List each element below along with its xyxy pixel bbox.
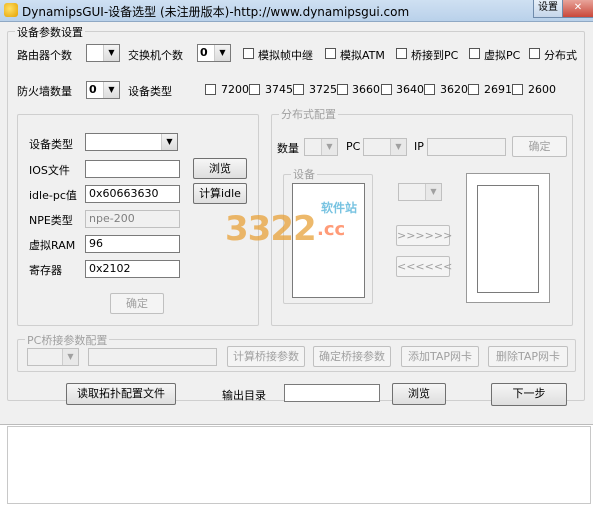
chevron-down-icon: ▼ [321,139,337,155]
firewall-count-label: 防火墙数量 [17,85,72,98]
distributed-checkbox[interactable] [529,48,540,59]
assigned-devices-listbox[interactable] [466,173,550,303]
distributed-label: 分布式 [544,49,577,62]
watermark-caption: 软件站 [321,201,358,215]
model-3660-checkbox[interactable] [337,84,348,95]
model-3745-checkbox[interactable] [249,84,260,95]
bridge-adapter-select[interactable]: ▼ [27,348,79,366]
model-7200-checkbox[interactable] [205,84,216,95]
npe-type-label: NPE类型 [29,214,73,227]
output-dir-input[interactable] [284,384,380,402]
switch-count-label: 交换机个数 [128,49,183,62]
panel-device-type-label: 设备类型 [29,138,73,151]
device-type-label: 设备类型 [128,85,172,98]
calc-idle-button[interactable]: 计算idle [193,183,247,204]
model-3725-label: 3725 [309,83,337,96]
log-output-area [7,426,591,504]
delete-tap-button[interactable]: 删除TAP网卡 [488,346,568,367]
frame-relay-checkbox[interactable] [243,48,254,59]
chevron-down-icon: ▼ [425,184,441,200]
pc-bridge-title: PC桥接参数配置 [25,332,110,348]
dist-pc-label: PC [346,140,361,153]
dist-device-select[interactable]: ▼ [398,183,442,201]
move-left-button[interactable]: <<<<<< [396,256,452,277]
atm-label: 模拟ATM [340,49,385,62]
virtual-pc-label: 虚拟PC [484,49,521,62]
move-right-button[interactable]: >>>>>> [396,225,452,246]
devices-group-title: 设备 [291,166,317,182]
bridge-pc-label: 桥接到PC [411,49,459,62]
bridge-params-input[interactable] [88,348,217,366]
panel-device-type-select[interactable]: ▼ [85,133,178,151]
window-title: DynamipsGUI-设备选型 (未注册版本)-http://www.dyna… [22,5,410,19]
ios-browse-button[interactable]: 浏览 [193,158,247,179]
virtual-pc-checkbox[interactable] [469,48,480,59]
ios-file-label: IOS文件 [29,164,70,177]
chevron-down-icon: ▼ [103,82,119,98]
switch-count-select[interactable]: 0 ▼ [197,44,231,62]
dist-ip-label: IP [414,140,424,153]
model-3660-label: 3660 [352,83,380,96]
read-topology-button[interactable]: 读取拓扑配置文件 [66,383,176,405]
watermark-suffix: .cc [317,219,346,240]
distributed-config-title: 分布式配置 [279,106,338,122]
close-icon[interactable]: ✕ [562,0,593,18]
register-label: 寄存器 [29,264,62,277]
chevron-down-icon: ▼ [214,45,230,61]
chevron-down-icon: ▼ [62,349,78,365]
settings-button[interactable]: 设置 [533,0,563,18]
confirm-bridge-button[interactable]: 确定桥接参数 [313,346,391,367]
dist-count-select[interactable]: ▼ [304,138,338,156]
bridge-pc-checkbox[interactable] [396,48,407,59]
dist-pc-select[interactable]: ▼ [363,138,407,156]
router-count-select[interactable]: ▼ [86,44,120,62]
model-7200-label: 7200 [221,83,249,96]
chevron-down-icon: ▼ [161,134,177,150]
firewall-count-select[interactable]: 0 ▼ [86,81,120,99]
dist-count-label: 数量 [277,142,299,155]
device-ok-button[interactable]: 确定 [110,293,164,314]
calc-bridge-button[interactable]: 计算桥接参数 [227,346,305,367]
model-3640-label: 3640 [396,83,424,96]
next-step-button[interactable]: 下一步 [491,383,567,406]
virtual-ram-input[interactable]: 96 [85,235,180,253]
output-dir-label: 输出目录 [222,389,266,402]
frame-relay-label: 模拟帧中继 [258,49,313,62]
model-2600-checkbox[interactable] [512,84,523,95]
output-browse-button[interactable]: 浏览 [392,383,446,405]
model-3620-checkbox[interactable] [424,84,435,95]
idle-pc-input[interactable]: 0x60663630 [85,185,180,203]
virtual-ram-label: 虚拟RAM [29,239,76,252]
model-3725-checkbox[interactable] [293,84,304,95]
firewall-count-value: 0 [89,83,97,96]
device-params-group-title: 设备参数设置 [15,24,85,40]
model-3620-label: 3620 [440,83,468,96]
chevron-down-icon: ▼ [103,45,119,61]
model-2600-label: 2600 [528,83,556,96]
model-3745-label: 3745 [265,83,293,96]
dist-ok-button[interactable]: 确定 [512,136,567,157]
assigned-devices-inner-list [477,185,539,293]
title-bar: DynamipsGUI-设备选型 (未注册版本)-http://www.dyna… [0,0,593,22]
switch-count-value: 0 [200,46,208,59]
npe-type-input: npe-200 [85,210,180,228]
register-input[interactable]: 0x2102 [85,260,180,278]
router-count-label: 路由器个数 [17,49,72,62]
app-icon [4,3,18,17]
add-tap-button[interactable]: 添加TAP网卡 [401,346,479,367]
ios-file-input[interactable] [85,160,180,178]
model-2691-label: 2691 [484,83,512,96]
dist-ip-input[interactable] [427,138,506,156]
model-3640-checkbox[interactable] [381,84,392,95]
watermark-number: 3322 [225,209,317,249]
model-2691-checkbox[interactable] [468,84,479,95]
idle-pc-label: idle-pc值 [29,189,77,202]
chevron-down-icon: ▼ [390,139,406,155]
atm-checkbox[interactable] [325,48,336,59]
dialog-client-area: 设备参数设置 路由器个数 ▼ 交换机个数 0 ▼ 模拟帧中继 模拟ATM 桥接到… [0,22,593,425]
